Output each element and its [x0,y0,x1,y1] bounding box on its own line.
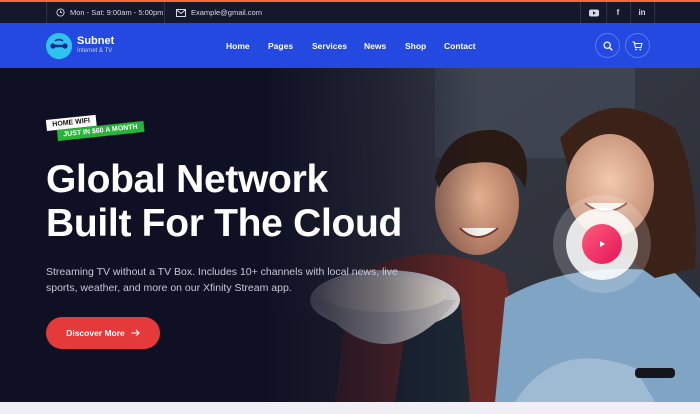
hours-info: Mon - Sat: 9:00am - 5:00pm [56,2,163,23]
nav-item-contact[interactable]: Contact [444,23,476,68]
hero-section: HOME WIFI JUST IN $60 A MONTH Global Net… [0,68,700,402]
divider [654,2,655,23]
cart-button[interactable] [625,33,650,58]
linkedin-icon: in [638,8,646,17]
divider [580,2,581,23]
nav-item-shop[interactable]: Shop [405,23,426,68]
discover-more-button[interactable]: Discover More [46,317,160,349]
brand-tagline: Internet & TV [77,48,113,54]
facebook-link[interactable]: f [606,2,630,23]
logo-icon[interactable] [46,33,72,59]
hero-headline: Global Network Built For The Cloud [46,158,402,246]
facebook-icon: f [616,8,620,17]
search-icon [602,40,613,51]
divider [46,2,47,23]
discover-more-label: Discover More [66,328,125,338]
play-video-button[interactable] [582,224,622,264]
linkedin-link[interactable]: in [630,2,654,23]
nav-item-home[interactable]: Home [226,23,250,68]
nav-item-services[interactable]: Services [312,23,347,68]
email-info[interactable]: Example@gmail.com [176,2,262,23]
headline-line-1: Global Network [46,158,328,201]
youtube-icon [589,9,599,16]
main-header: Subnet Internet & TV Home Pages Services… [0,23,700,68]
nav-item-news[interactable]: News [364,23,386,68]
play-icon [600,241,605,247]
cart-icon [632,41,643,50]
search-button[interactable] [595,33,620,58]
brand[interactable]: Subnet Internet & TV [77,35,114,56]
mail-icon [176,8,186,17]
page-bottom-strip [0,402,700,414]
youtube-link[interactable] [582,2,606,23]
arrow-right-icon [131,329,140,337]
hours-text: Mon - Sat: 9:00am - 5:00pm [70,8,164,17]
top-info-bar: Mon - Sat: 9:00am - 5:00pm Example@gmail… [0,0,700,23]
headline-line-2: Built For The Cloud [46,202,403,245]
brand-name: Subnet [77,35,115,47]
divider [164,2,165,23]
email-text: Example@gmail.com [191,8,262,17]
hero-description: Streaming TV without a TV Box. Includes … [46,266,398,294]
nav-item-pages[interactable]: Pages [268,23,293,68]
clock-icon [56,8,65,17]
